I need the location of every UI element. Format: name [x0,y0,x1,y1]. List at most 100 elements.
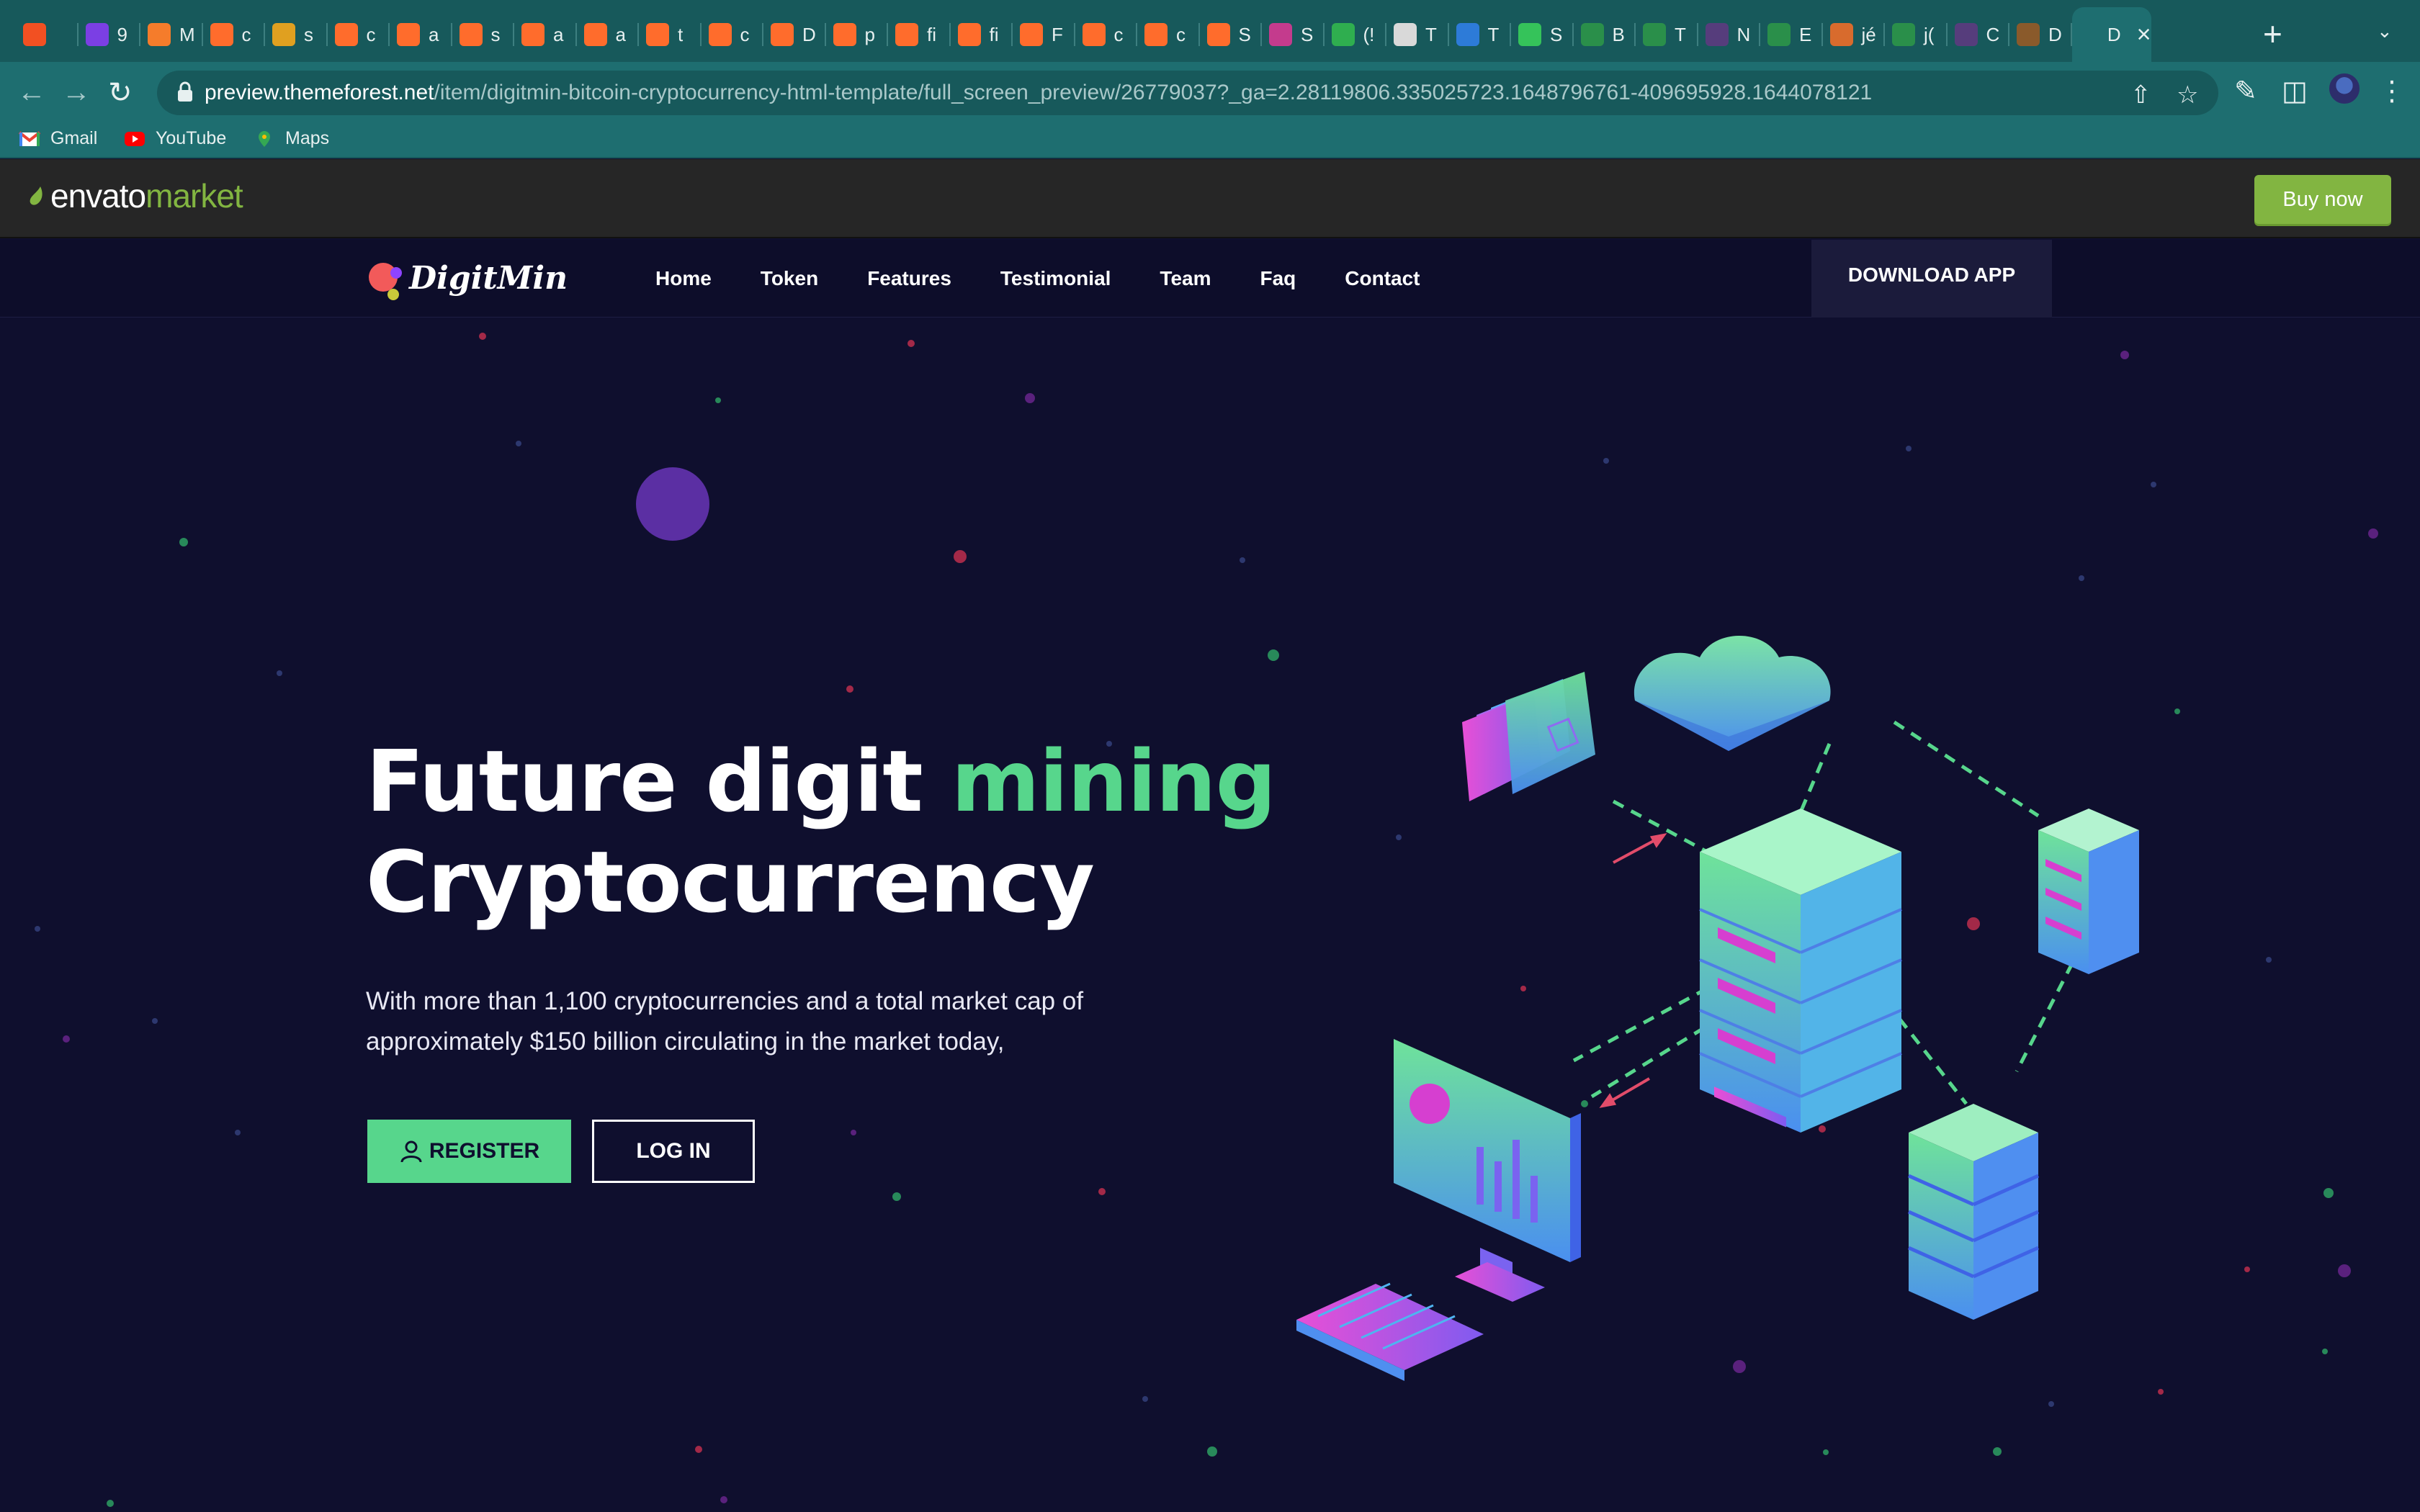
browser-tab[interactable]: T [1449,12,1511,58]
forward-arrow-icon[interactable]: → [62,76,91,109]
nav-contact[interactable]: Contact [1345,267,1420,290]
side-panel-icon[interactable]: ◫ [2282,75,2308,107]
cpanel-icon [210,23,233,46]
browser-tab[interactable]: p [826,12,888,58]
envato-market-logo[interactable]: envato market [27,176,243,215]
user-icon [400,1140,422,1163]
tab-title: B [1612,23,1625,45]
nav-team[interactable]: Team [1160,267,1211,290]
bookmark-youtube[interactable]: YouTube [124,128,226,149]
bookmark-gmail[interactable]: Gmail [19,128,97,149]
browser-tab[interactable]: fi [951,12,1013,58]
bookmark-star-icon[interactable]: ☆ [2177,81,2198,109]
digitmin-icon [2079,23,2099,46]
browser-tab[interactable]: a [577,12,639,58]
cpanel-icon [1144,23,1168,46]
browser-tab[interactable]: c [1137,12,1200,58]
tab-title: S [1301,23,1314,45]
tab-title: c [366,23,376,45]
bookmark-maps[interactable]: Maps [254,128,329,149]
tab-title: j( [1924,23,1935,45]
tab-title: D [2048,23,2062,45]
new-tab-button[interactable]: + [2263,14,2282,53]
central-server-illustration [1699,809,1902,1133]
browser-tab[interactable]: C [1948,12,2009,58]
register-label: REGISTER [429,1139,540,1163]
browser-tab[interactable]: D [2009,12,2072,58]
browser-tab[interactable]: c [328,12,390,58]
nav-home[interactable]: Home [655,267,712,290]
tab-close-icon[interactable]: × [2137,21,2151,49]
tab-title: T [1487,23,1500,45]
browser-tab[interactable]: D [763,12,826,58]
envato-header: envato market Buy now [0,159,2420,238]
browser-tab[interactable]: s [265,12,328,58]
cpanel-icon [334,23,358,46]
browser-tab[interactable]: c [702,12,763,58]
browser-tab[interactable]: S [1262,12,1325,58]
download-app-button[interactable]: DOWNLOAD APP [1811,240,2052,318]
browser-tab[interactable]: N [1698,12,1760,58]
digitmin-logo[interactable]: DigitMin [366,256,568,306]
address-bar[interactable]: preview.themeforest.net/item/digitmin-bi… [157,71,2218,115]
folders-illustration [1462,672,1595,801]
browser-tab[interactable] [16,12,79,58]
nav-faq[interactable]: Faq [1260,267,1296,290]
browser-tab[interactable]: B [1574,12,1636,58]
cpanel-icon [771,23,794,46]
browser-tab[interactable]: T [1386,12,1449,58]
browser-tab[interactable]: t [639,12,702,58]
browser-tab[interactable]: s [452,12,514,58]
profile-avatar[interactable] [2328,72,2361,105]
hero-title-part1: Future digit [366,732,951,831]
cpanel-icon [895,23,918,46]
browser-tab[interactable]: S [1200,12,1262,58]
book-icon [2017,23,2040,46]
url-host: preview.themeforest.net [205,81,434,104]
nav-features[interactable]: Features [867,267,951,290]
share-icon[interactable]: ⇧ [2130,81,2151,109]
chart-icon [148,23,171,46]
register-button[interactable]: REGISTER [367,1120,571,1183]
w-icon [1767,23,1791,46]
reload-icon[interactable]: ↻ [108,76,133,109]
browser-tab[interactable]: S [1511,12,1574,58]
browser-tab[interactable]: F [1013,12,1075,58]
youtube-icon [125,131,145,146]
nav-testimonial[interactable]: Testimonial [1000,267,1111,290]
envato-leaf-icon [30,186,42,205]
w-icon [1892,23,1915,46]
tab-title: t [678,23,684,45]
extensions-puzzle-icon[interactable]: ✎ [2234,75,2257,107]
browser-tab[interactable]: c [1075,12,1137,58]
browser-tab[interactable]: (! [1325,12,1386,58]
browser-tab[interactable]: a [514,12,577,58]
browser-tab[interactable]: D × [2071,7,2151,62]
browser-tab[interactable]: a [390,12,452,58]
logo-envato-text: envato [50,177,146,215]
browser-tab[interactable]: E [1760,12,1823,58]
browser-tab[interactable]: fi [888,12,951,58]
browser-tab[interactable]: jé [1823,12,1885,58]
browser-tab[interactable]: j( [1885,12,1948,58]
cpanel-icon [397,23,420,46]
browser-tab[interactable]: c [203,12,265,58]
nav-token[interactable]: Token [761,267,818,290]
hero-title-line2: Cryptocurrency [366,832,1095,932]
tab-search-chevron-icon[interactable]: ⌄ [2377,20,2393,42]
tab-title: c [740,23,750,45]
cloud-illustration [1634,636,1831,751]
browser-tab[interactable]: 9 [79,12,140,58]
gmail-icon [19,130,40,146]
browser-tab[interactable]: T [1636,12,1698,58]
buy-now-button[interactable]: Buy now [2254,175,2391,224]
browser-tab[interactable]: M [140,12,203,58]
digitmin-logo-icon [369,263,402,300]
badge-icon [1331,23,1355,46]
tab-title: c [241,23,251,45]
back-arrow-icon[interactable]: ← [17,76,46,109]
browser-menu-icon[interactable]: ⋮ [2378,75,2406,107]
bookmark-label: YouTube [156,128,227,148]
tab-title: a [615,23,626,45]
login-button[interactable]: LOG IN [592,1120,755,1183]
